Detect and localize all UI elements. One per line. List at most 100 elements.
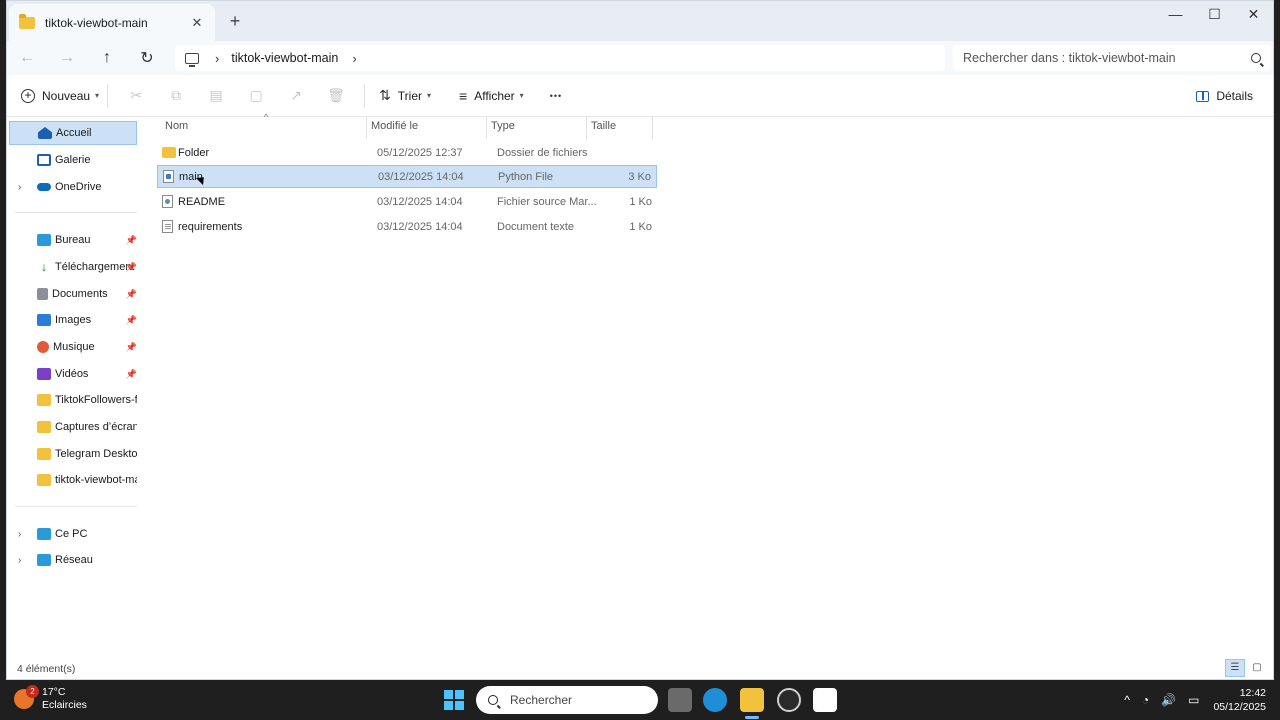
sidebar-item-telegram[interactable]: Telegram Desktop xyxy=(9,442,137,466)
tiles-view-icon[interactable]: ▢ xyxy=(1247,659,1267,677)
chevron-right-icon[interactable]: › xyxy=(18,529,21,540)
sidebar-item-tiktok-viewbot[interactable]: tiktok-viewbot-mai xyxy=(9,468,137,492)
rename-icon[interactable]: ▢ xyxy=(236,87,276,104)
sidebar-item-ce-pc[interactable]: › Ce PC xyxy=(9,522,137,546)
weather-widget[interactable]: 2 17°C Eclaircies xyxy=(14,685,87,712)
sidebar-item-label: Telegram Desktop xyxy=(55,448,137,460)
this-pc-icon[interactable] xyxy=(185,52,199,67)
new-button[interactable]: + Nouveau ▾ xyxy=(7,75,99,116)
maximize-button[interactable]: ☐ xyxy=(1195,1,1234,29)
minimize-button[interactable]: — xyxy=(1156,1,1195,29)
address-bar[interactable]: › tiktok-viewbot-main › xyxy=(175,45,945,71)
forward-button[interactable]: → xyxy=(47,49,87,67)
search-input[interactable]: Rechercher dans : tiktok-viewbot-main xyxy=(963,51,1251,65)
file-type: Fichier source Mar... xyxy=(497,195,597,208)
command-bar: + Nouveau ▾ ✂ ⧉ ▤ ▢ ↗ 🗑 ⇅ Trier ▾ ≡ Affi… xyxy=(7,75,1273,117)
column-separator[interactable] xyxy=(366,117,367,139)
table-row[interactable]: README 03/12/2025 14:04 Fichier source M… xyxy=(157,190,657,213)
sidebar-item-musique[interactable]: Musique 📌 xyxy=(9,335,137,359)
markdown-file-icon xyxy=(162,195,173,208)
new-tab-button[interactable]: + xyxy=(225,11,245,31)
file-modified: 05/12/2025 12:37 xyxy=(377,146,463,159)
refresh-button[interactable]: ↻ xyxy=(127,48,167,68)
delete-icon[interactable]: 🗑 xyxy=(316,87,356,104)
sort-icon: ⇅ xyxy=(379,87,391,103)
sidebar-item-galerie[interactable]: Galerie xyxy=(9,148,137,172)
chevron-right-icon[interactable]: › xyxy=(18,555,21,566)
sidebar-item-videos[interactable]: Vidéos 📌 xyxy=(9,362,137,386)
videos-icon xyxy=(37,368,51,380)
edge-icon[interactable] xyxy=(703,688,727,712)
tab-tiktok-viewbot-main[interactable]: tiktok-viewbot-main ✕ xyxy=(9,4,215,41)
task-view-icon[interactable] xyxy=(668,688,692,712)
taskbar-search-input[interactable]: Rechercher xyxy=(510,693,572,707)
clock[interactable]: 12:42 05/12/2025 xyxy=(1213,686,1266,714)
notification-badge: 2 xyxy=(26,685,39,698)
time: 12:42 xyxy=(1239,687,1266,699)
volume-icon[interactable]: 🔊 xyxy=(1161,693,1176,707)
breadcrumb-tiktok-viewbot-main[interactable]: tiktok-viewbot-main xyxy=(231,51,338,65)
column-separator[interactable] xyxy=(586,117,587,139)
system-tray: ^ ◔ 🔊 ▭ 12:42 05/12/2025 xyxy=(1118,680,1280,720)
sidebar-item-images[interactable]: Images 📌 xyxy=(9,308,137,332)
table-row[interactable]: Folder 05/12/2025 12:37 Dossier de fichi… xyxy=(157,141,657,164)
sort-button[interactable]: ⇅ Trier ▾ xyxy=(373,75,431,116)
file-type: Dossier de fichiers xyxy=(497,146,588,159)
sidebar-item-documents[interactable]: Documents 📌 xyxy=(9,282,137,306)
battery-icon[interactable]: ▭ xyxy=(1188,693,1199,707)
chevron-right-icon[interactable]: › xyxy=(18,182,21,193)
sidebar-item-telechargement[interactable]: ↓ Téléchargement 📌 xyxy=(9,255,137,279)
tab-close-icon[interactable]: ✕ xyxy=(189,15,205,31)
taskbar-search[interactable]: Rechercher xyxy=(476,686,658,714)
sidebar-item-captures[interactable]: Captures d’écran xyxy=(9,415,137,439)
folder-icon xyxy=(37,421,51,433)
window-controls: — ☐ ✕ xyxy=(1156,1,1273,29)
onedrive-icon xyxy=(37,183,51,191)
share-icon[interactable]: ↗ xyxy=(276,87,316,104)
search-box[interactable]: Rechercher dans : tiktok-viewbot-main xyxy=(953,45,1271,71)
temperature: 17°C xyxy=(42,686,66,698)
column-header-modified[interactable]: Modifié le xyxy=(371,120,418,132)
sidebar-item-tiktokfollowers[interactable]: TiktokFollowers-fas xyxy=(9,388,137,412)
capcut-icon[interactable] xyxy=(813,688,837,712)
cut-icon[interactable]: ✂ xyxy=(116,87,156,104)
sidebar-item-bureau[interactable]: Bureau 📌 xyxy=(9,228,137,252)
up-button[interactable]: ↑ xyxy=(87,49,127,67)
file-size: 3 Ko xyxy=(628,170,651,183)
table-row[interactable]: main 03/12/2025 14:04 Python File 3 Ko xyxy=(157,165,657,188)
images-icon xyxy=(37,314,51,326)
column-separator[interactable] xyxy=(486,117,487,139)
pc-icon xyxy=(37,528,51,540)
column-header-size[interactable]: Taille xyxy=(591,120,616,132)
chevron-up-icon[interactable]: ^ xyxy=(1124,693,1130,707)
more-options-button[interactable]: ••• xyxy=(524,75,562,116)
close-button[interactable]: ✕ xyxy=(1234,1,1273,29)
wifi-icon[interactable]: ◔ xyxy=(1142,693,1149,707)
sidebar-item-onedrive[interactable]: › OneDrive xyxy=(9,175,137,199)
details-view-icon[interactable]: ☰ xyxy=(1225,659,1245,677)
table-row[interactable]: requirements 03/12/2025 14:04 Document t… xyxy=(157,215,657,238)
chatgpt-icon[interactable] xyxy=(777,688,801,712)
sidebar-item-accueil[interactable]: Accueil xyxy=(9,121,137,145)
chevron-right-icon[interactable]: › xyxy=(352,51,356,66)
paste-icon[interactable]: ▤ xyxy=(196,87,236,104)
view-button[interactable]: ≡ Afficher ▾ xyxy=(431,75,524,116)
start-button[interactable] xyxy=(444,690,464,710)
divider xyxy=(15,506,137,507)
file-type: Document texte xyxy=(497,220,575,233)
date: 05/12/2025 xyxy=(1213,701,1266,713)
back-button[interactable]: ← xyxy=(7,49,47,67)
file-explorer-icon[interactable] xyxy=(740,688,764,712)
copy-icon[interactable]: ⧉ xyxy=(156,87,196,104)
python-file-icon xyxy=(163,170,174,183)
column-header-name[interactable]: Nom xyxy=(165,120,188,132)
chevron-right-icon[interactable]: › xyxy=(215,51,219,66)
sidebar-item-reseau[interactable]: › Réseau xyxy=(9,548,137,572)
details-button[interactable]: Détails xyxy=(1196,75,1253,117)
desktop-icon xyxy=(37,234,51,246)
column-header-type[interactable]: Type xyxy=(491,120,515,132)
column-separator[interactable] xyxy=(652,117,653,139)
weather-condition: Eclaircies xyxy=(42,699,87,711)
file-modified: 03/12/2025 14:04 xyxy=(377,220,463,233)
sidebar-item-label: Accueil xyxy=(56,127,92,139)
